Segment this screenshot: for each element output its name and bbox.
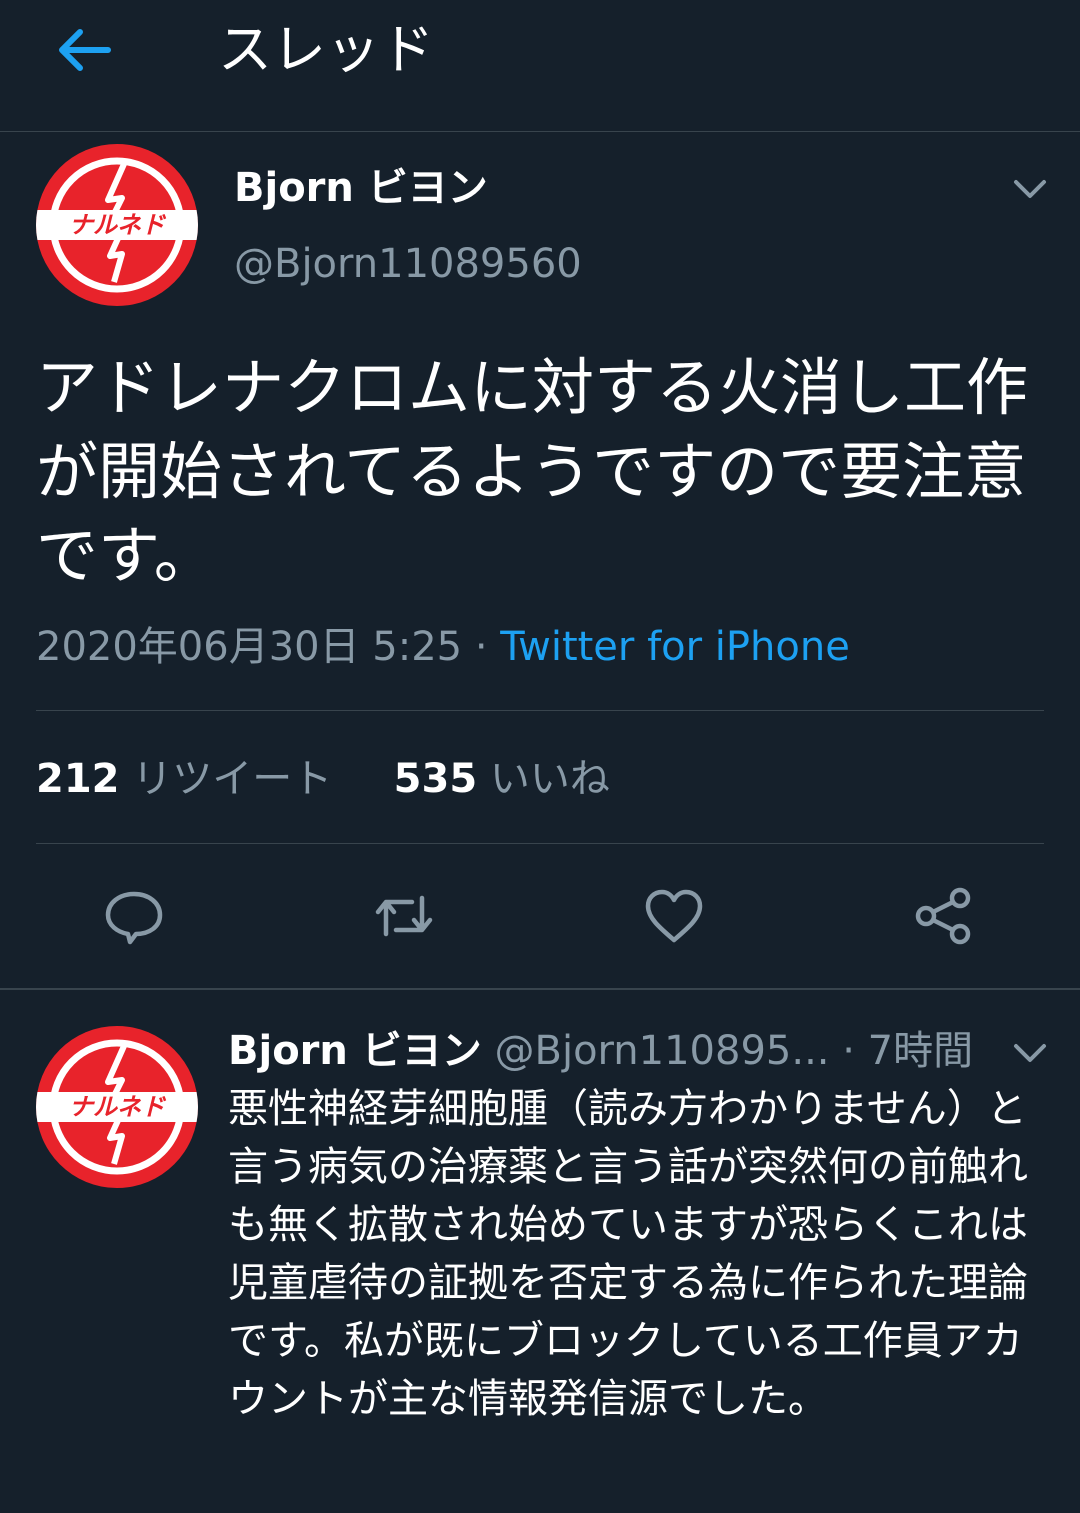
avatar-text: ナルネド (69, 211, 167, 239)
retweets-label: リツイート (132, 756, 333, 802)
like-button[interactable] (642, 884, 706, 948)
reply-more-options-button[interactable] (1010, 1038, 1050, 1068)
more-options-button[interactable] (1010, 174, 1050, 204)
author-handle[interactable]: @Bjorn11089560 (234, 238, 582, 290)
tweet-text: アドレナクロムに対する火消し工作が開始されてるようですので要注意です。 (36, 351, 1029, 592)
avatar-text: ナルネド (69, 1093, 167, 1121)
chevron-down-icon (1014, 1044, 1046, 1062)
divider (36, 843, 1044, 844)
reply-text: 悪性神経芽細胞腫（読み方わかりません）と言う病気の治療薬と言う話が突然何の前触れ… (228, 1086, 1028, 1422)
meta-separator: · (462, 624, 501, 670)
retweet-icon (375, 895, 433, 937)
retweets-stat[interactable]: 212 リツイート (36, 756, 332, 802)
retweets-count: 212 (36, 756, 120, 802)
reply-avatar[interactable]: ナルネド (36, 1026, 198, 1188)
avatar-logo: ナルネド (36, 1039, 198, 1175)
likes-stat[interactable]: 535 いいね (394, 756, 610, 802)
top-bar: スレッド (0, 0, 1080, 132)
chevron-down-icon (1014, 180, 1046, 198)
like-icon (645, 889, 703, 943)
reply-author-handle[interactable]: @Bjorn110895... (495, 1028, 830, 1074)
tweet-meta: 2020年06月30日 5:25 · Twitter for iPhone (36, 620, 850, 674)
reply-icon (105, 891, 163, 945)
arrow-left-icon (59, 29, 111, 71)
reply-author-name[interactable]: Bjorn ビヨン (228, 1028, 482, 1074)
likes-label: いいね (489, 756, 610, 802)
author-name[interactable]: Bjorn ビヨン (234, 162, 488, 214)
page-title: スレッド (218, 18, 434, 81)
tweet-stats: 212 リツイート 535 いいね (36, 752, 610, 806)
retweet-button[interactable] (372, 884, 436, 948)
divider (36, 710, 1044, 711)
share-button[interactable] (912, 884, 976, 948)
back-button[interactable] (52, 20, 116, 80)
likes-count: 535 (393, 756, 478, 802)
tweet-timestamp: 2020年06月30日 5:25 (36, 624, 463, 670)
avatar-logo: ナルネド (36, 157, 198, 293)
reply-header: Bjorn ビヨン @Bjorn110895... · 7時間 (228, 1024, 1018, 1078)
share-icon (915, 887, 971, 945)
reply-button[interactable] (102, 884, 166, 948)
section-divider (0, 988, 1080, 990)
tweet-source-link[interactable]: Twitter for iPhone (500, 624, 850, 670)
avatar[interactable]: ナルネド (36, 144, 198, 306)
reply-time: · 7時間 (842, 1028, 974, 1074)
